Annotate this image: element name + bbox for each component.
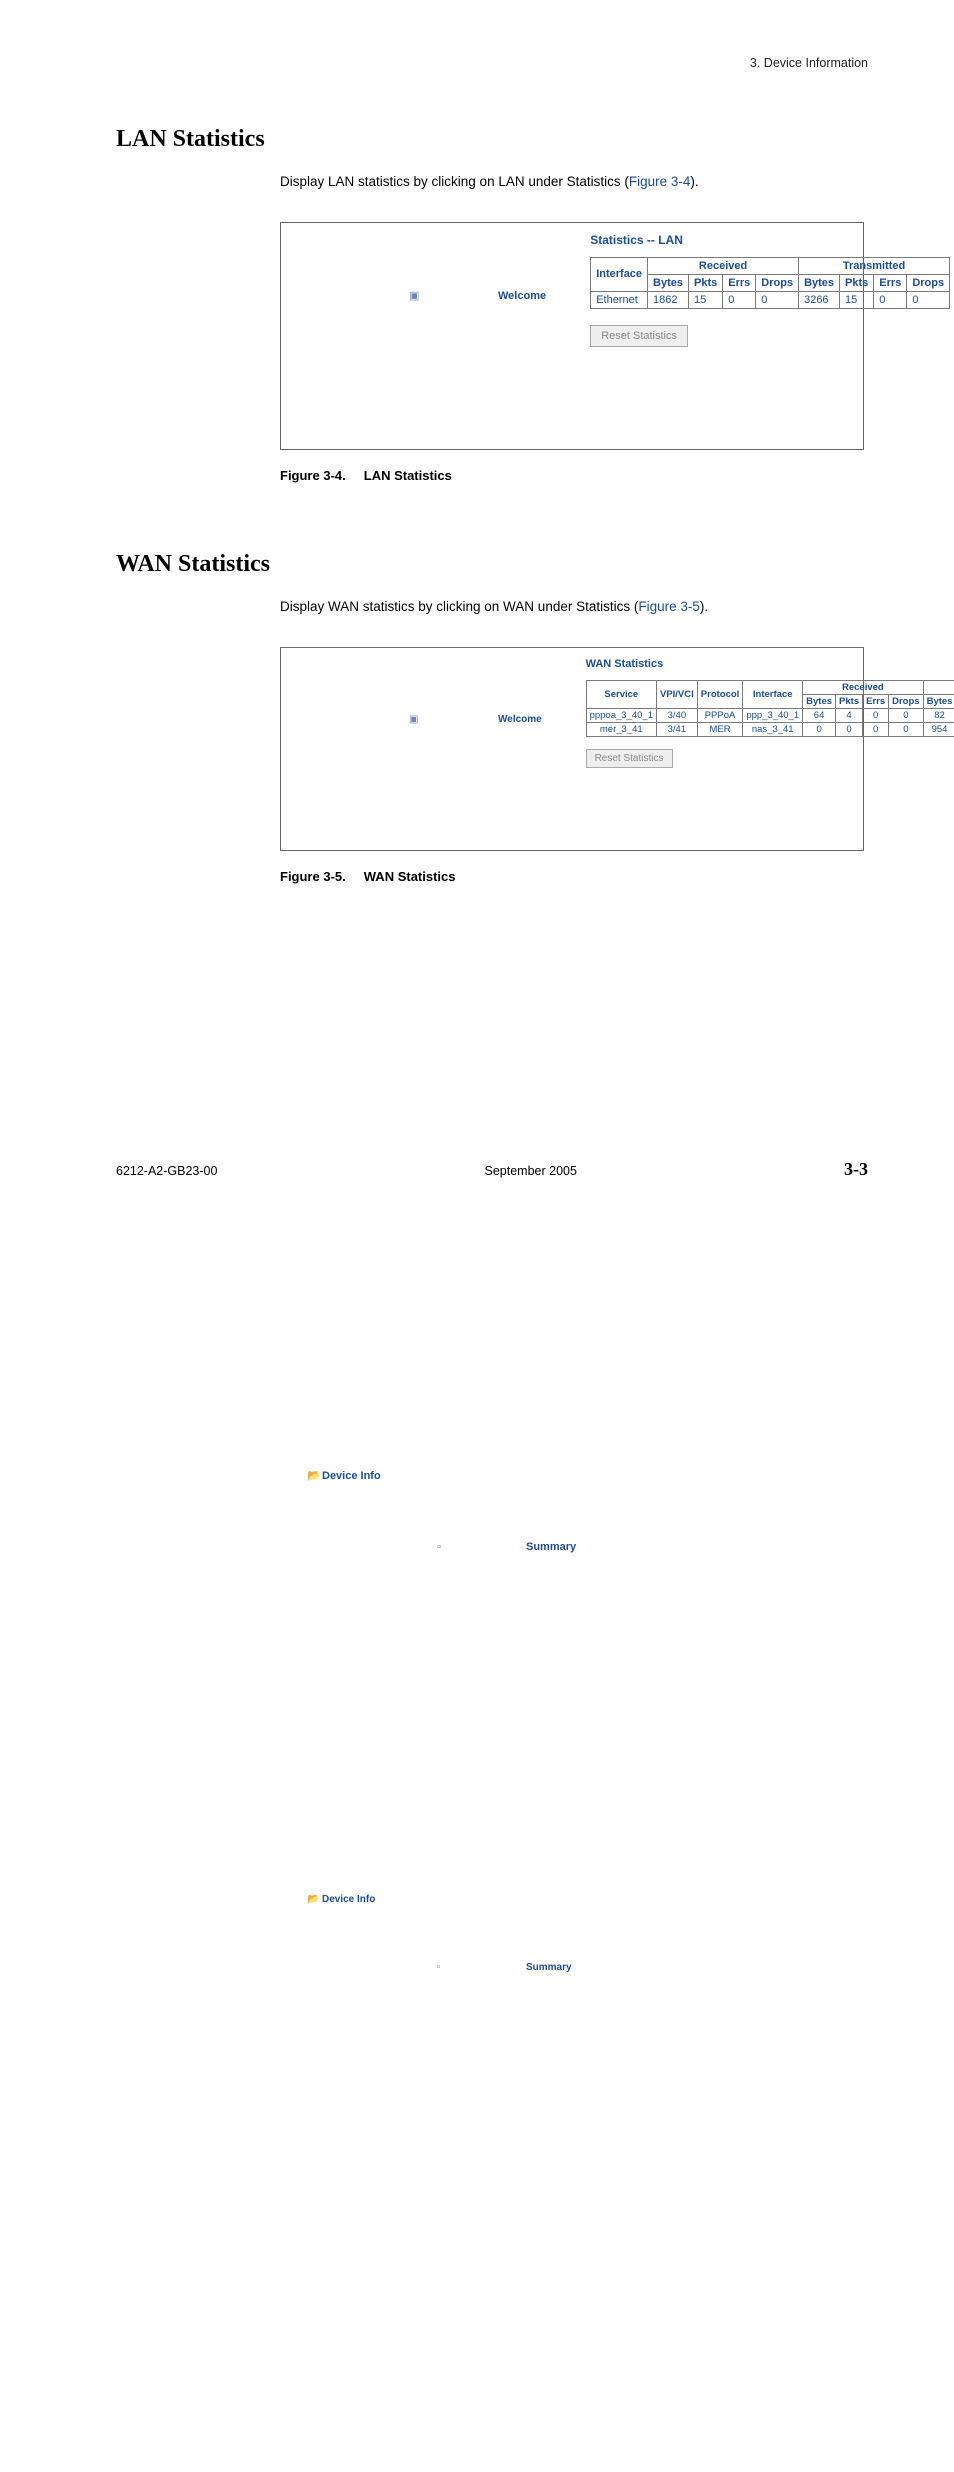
wan-stats-table: Service VPI/VCI Protocol Interface Recei… [586, 680, 954, 737]
cell: 0 [863, 722, 889, 736]
col-pkts: Pkts [840, 274, 874, 291]
lan-stats-table: Interface Received Transmitted Bytes Pkt… [590, 257, 950, 309]
window-icon: ▣ [293, 658, 495, 1894]
col-interface: Interface [743, 680, 803, 708]
col-errs: Errs [863, 694, 889, 708]
page-footer: 6212-A2-GB23-00 September 2005 3-3 [116, 1159, 868, 1180]
cell: MER [697, 722, 743, 736]
col-protocol: Protocol [697, 680, 743, 708]
figure-link-3-5[interactable]: Figure 3-5 [638, 599, 700, 614]
wan-stats-panel: WAN Statistics Service VPI/VCI Protocol … [586, 658, 954, 768]
table-row: Service VPI/VCI Protocol Interface Recei… [586, 680, 954, 694]
cell: PPPoA [697, 708, 743, 722]
col-received: Received [648, 257, 799, 274]
cell: ppp_3_40_1 [743, 708, 803, 722]
cell: 3/40 [656, 708, 697, 722]
lan-stats-title: Statistics -- LAN [590, 233, 950, 247]
col-bytes: Bytes [799, 274, 840, 291]
cell: 0 [889, 722, 923, 736]
lan-intro-after: ). [690, 174, 698, 189]
col-drops: Drops [907, 274, 950, 291]
nav-summary[interactable]: Summary [526, 1962, 572, 1973]
cell: 3266 [799, 291, 840, 308]
nav-welcome[interactable]: Welcome [498, 290, 546, 302]
lan-stats-panel: Statistics -- LAN Interface Received Tra… [590, 233, 950, 347]
col-transmitted: Transmitted [799, 257, 950, 274]
cell: 0 [756, 291, 799, 308]
col-drops: Drops [889, 694, 923, 708]
figure-link-3-4[interactable]: Figure 3-4 [629, 174, 691, 189]
cell: 0 [874, 291, 907, 308]
footer-date: September 2005 [485, 1164, 577, 1178]
cell: nas_3_41 [743, 722, 803, 736]
col-received: Received [803, 680, 923, 694]
cell: 0 [803, 722, 836, 736]
heading-lan: LAN Statistics [116, 126, 868, 153]
lan-intro-before: Display LAN statistics by clicking on LA… [280, 174, 629, 189]
folder-open-icon: 📂 [307, 1894, 319, 1907]
table-row: pppoa_3_40_1 3/40 PPPoA ppp_3_40_1 64 4 … [586, 708, 954, 722]
col-transmitted: Transmitted [923, 680, 954, 694]
page-icon: ▫ [321, 1906, 523, 2472]
figure-3-4-screenshot: ▣Welcome 📂Device Info ▫Summary ▫WAN 📂Sta… [280, 222, 864, 450]
lan-intro: Display LAN statistics by clicking on LA… [280, 173, 868, 192]
chapter-header: 3. Device Information [750, 56, 868, 70]
cell: 0 [889, 708, 923, 722]
cell: 1862 [648, 291, 689, 308]
col-service: Service [586, 680, 656, 708]
page: 3. Device Information LAN Statistics Dis… [0, 0, 954, 1236]
cell: 15 [840, 291, 874, 308]
col-bytes: Bytes [923, 694, 954, 708]
wan-stats-title: WAN Statistics [586, 658, 954, 670]
col-errs: Errs [723, 274, 756, 291]
col-pkts: Pkts [689, 274, 723, 291]
cell: 15 [689, 291, 723, 308]
cell: 0 [863, 708, 889, 722]
col-drops: Drops [756, 274, 799, 291]
footer-page-number: 3-3 [844, 1159, 868, 1180]
cell: 0 [836, 722, 863, 736]
cell-iface: Ethernet [591, 291, 648, 308]
reset-statistics-button[interactable]: Reset Statistics [590, 325, 688, 347]
cell: 82 [923, 708, 954, 722]
table-row: mer_3_41 3/41 MER nas_3_41 0 0 0 0 954 3… [586, 722, 954, 736]
cell: 64 [803, 708, 836, 722]
cell: 3/41 [656, 722, 697, 736]
reset-statistics-button[interactable]: Reset Statistics [586, 749, 673, 768]
col-bytes: Bytes [803, 694, 836, 708]
col-vpivci: VPI/VCI [656, 680, 697, 708]
table-row: Ethernet 1862 15 0 0 3266 15 0 0 [591, 291, 950, 308]
nav-tree-wan: ▣Welcome 📂Device Info ▫Summary ▫WAN 📂Sta… [293, 658, 572, 2472]
cell: 4 [836, 708, 863, 722]
cell: mer_3_41 [586, 722, 656, 736]
wan-intro-after: ). [700, 599, 708, 614]
nav-welcome[interactable]: Welcome [498, 714, 542, 725]
cell: 954 [923, 722, 954, 736]
col-interface: Interface [591, 257, 648, 291]
col-pkts: Pkts [836, 694, 863, 708]
cell: 0 [723, 291, 756, 308]
table-row: Interface Received Transmitted [591, 257, 950, 274]
cell: pppoa_3_40_1 [586, 708, 656, 722]
footer-docref: 6212-A2-GB23-00 [116, 1164, 217, 1178]
cell: 0 [907, 291, 950, 308]
col-errs: Errs [874, 274, 907, 291]
col-bytes: Bytes [648, 274, 689, 291]
